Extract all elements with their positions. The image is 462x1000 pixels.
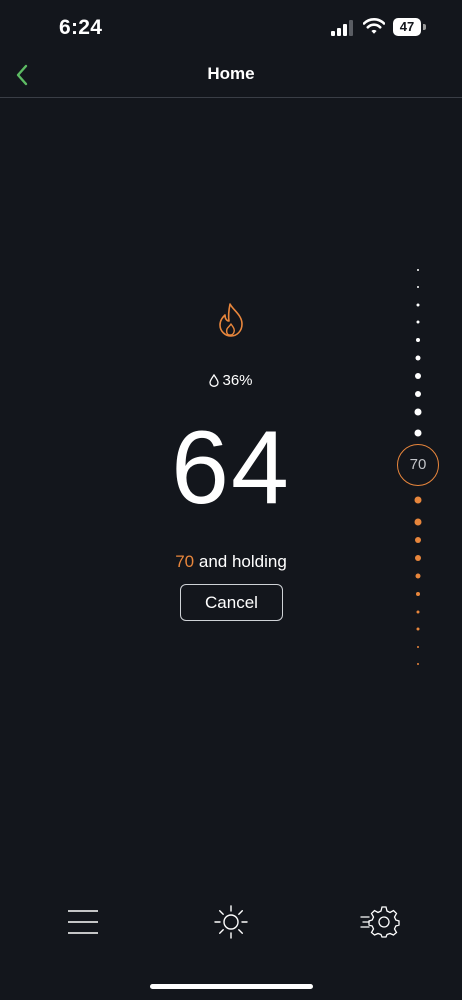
status-bar: 6:24 47 xyxy=(0,0,462,56)
flame-icon xyxy=(219,303,243,337)
dial-tick xyxy=(416,592,420,596)
menu-icon xyxy=(68,910,98,934)
dial-tick xyxy=(417,286,419,288)
battery-indicator: 47 xyxy=(393,18,427,36)
dial-tick xyxy=(414,429,422,437)
dial-tick xyxy=(414,518,422,526)
tab-weather[interactable] xyxy=(211,902,251,942)
dial-tick xyxy=(415,573,421,579)
hold-text: and holding xyxy=(198,552,287,571)
dial-tick xyxy=(417,269,419,271)
dial-tick xyxy=(416,610,420,614)
dial-tick xyxy=(415,391,421,397)
battery-tip xyxy=(423,24,426,30)
dial-tick xyxy=(417,646,419,648)
hold-setpoint: 70 xyxy=(175,552,195,571)
dial-tick xyxy=(415,355,421,361)
dial-tick xyxy=(415,555,421,561)
settings-icon xyxy=(360,906,400,938)
setpoint-handle[interactable]: 70 xyxy=(397,444,439,486)
status-time: 6:24 xyxy=(59,16,103,39)
dial-tick xyxy=(415,373,421,379)
dial-tick xyxy=(416,338,420,342)
water-drop-icon xyxy=(209,374,220,387)
current-temperature: 64 xyxy=(171,410,291,526)
cancel-hold-button[interactable]: Cancel xyxy=(180,584,283,621)
home-indicator xyxy=(150,984,313,989)
cellular-signal-icon xyxy=(331,20,353,36)
tab-settings[interactable] xyxy=(360,902,400,942)
dial-tick xyxy=(416,627,420,631)
dial-tick xyxy=(415,537,421,543)
bottom-navigation xyxy=(0,890,462,950)
hold-status: 70 and holding xyxy=(0,552,462,572)
wifi-icon xyxy=(363,18,385,34)
navigation-bar: Home xyxy=(0,56,462,98)
dial-tick xyxy=(416,320,420,324)
dial-tick xyxy=(414,496,422,504)
dial-tick xyxy=(417,663,419,665)
dial-tick xyxy=(414,408,422,416)
humidity-value: 36% xyxy=(222,372,253,389)
dial-tick xyxy=(416,303,420,307)
tab-menu[interactable] xyxy=(63,902,103,942)
sun-icon xyxy=(214,905,248,939)
battery-level: 47 xyxy=(393,18,421,36)
page-title: Home xyxy=(207,64,255,83)
humidity-readout: 36% xyxy=(0,372,462,389)
